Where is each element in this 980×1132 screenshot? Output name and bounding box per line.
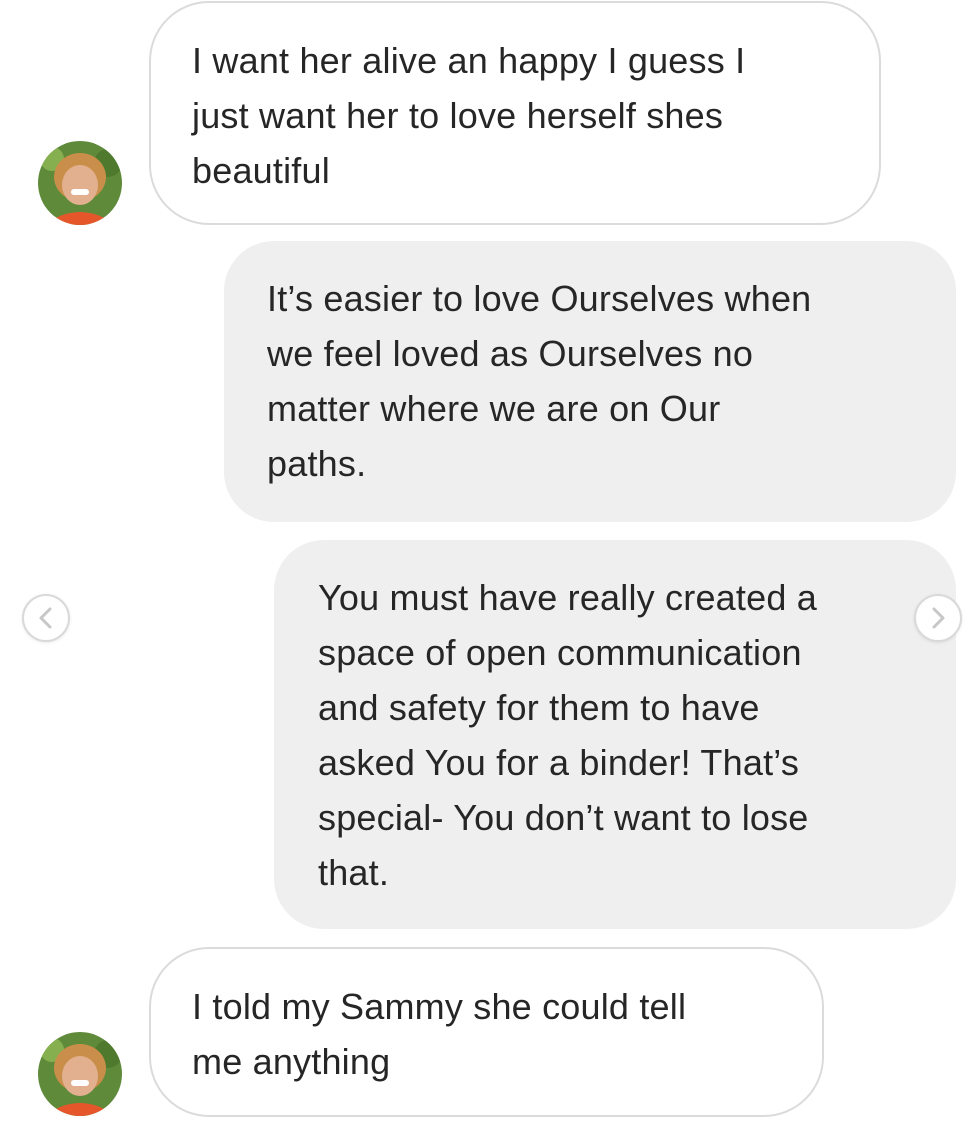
sender-avatar[interactable] xyxy=(38,141,122,225)
carousel-prev-button[interactable] xyxy=(22,594,70,642)
message-bubble-sent: It’s easier to love Ourselves when we fe… xyxy=(224,241,956,522)
sender-avatar[interactable] xyxy=(38,1032,122,1116)
chevron-right-icon xyxy=(932,607,945,629)
message-bubble-sent: You must have really created a space of … xyxy=(274,540,956,929)
chevron-left-icon xyxy=(39,607,52,629)
carousel-next-button[interactable] xyxy=(914,594,962,642)
message-bubble-received: I want her alive an happy I guess I just… xyxy=(149,1,881,225)
message-bubble-received: I told my Sammy she could tell me anythi… xyxy=(149,947,824,1117)
